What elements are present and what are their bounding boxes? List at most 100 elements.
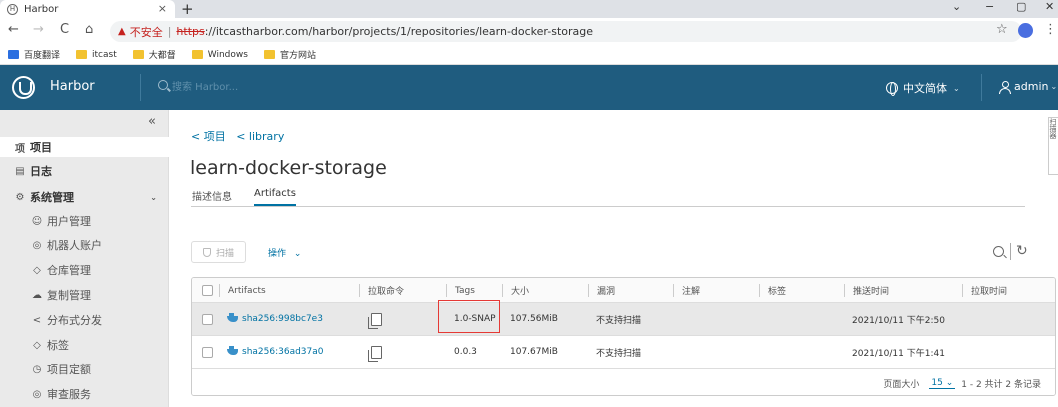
sidebar: « 项项目 ▤ 日志 ⚙ 系统管理 ⌄ ☺ 用户管理 ◎ 机器人账户 ◇ 仓库管理 ☁ 复制管理 < 分布式分… <box>0 110 169 407</box>
maximize-button[interactable]: ▢ <box>1016 0 1026 13</box>
sidebar-item[interactable]: < 分布式分发 <box>0 310 169 330</box>
table-footer: 页面大小 15 ⌄ 1 - 2 共计 2 条记录 <box>192 369 1055 395</box>
nav-icon: ◎ <box>32 239 42 251</box>
sidebar-item[interactable]: ◎ 机器人账户 <box>0 235 169 255</box>
browser-tab[interactable]: H Harbor × <box>0 0 175 18</box>
harbor-logo-icon[interactable] <box>12 76 35 99</box>
collapse-sidebar-icon[interactable]: « <box>148 114 156 129</box>
row-checkbox[interactable] <box>202 313 213 325</box>
nav-icon: 项 <box>15 143 25 155</box>
actions-dropdown[interactable]: 操作 ⌄ <box>268 246 301 259</box>
sidebar-item[interactable]: ◎ 审查服务 <box>0 384 169 404</box>
new-tab-button[interactable]: + <box>181 0 194 18</box>
harbor-header: Harbor 中文简体 ⌄ admin ⌄ <box>0 65 1058 110</box>
tab-close-icon[interactable]: × <box>158 2 167 15</box>
select-all-checkbox[interactable] <box>202 284 213 296</box>
chevron-down-icon: ⌄ <box>150 192 157 202</box>
sidebar-item-label: 复制管理 <box>47 289 91 302</box>
sidebar-item[interactable]: ▤ 日志 <box>0 161 169 181</box>
tab-description[interactable]: 描述信息 <box>192 188 232 203</box>
col-push-time[interactable]: 推送时间 <box>844 284 889 297</box>
user-icon <box>999 80 1011 94</box>
nav-icon: ☺ <box>31 215 43 227</box>
col-size[interactable]: 大小 <box>502 284 529 297</box>
nav-icon: < <box>32 314 42 326</box>
chevron-down-icon: ⌄ <box>293 249 302 259</box>
url-separator: | <box>167 25 172 38</box>
sidebar-item[interactable]: ◷ 项目定额 <box>0 359 169 379</box>
breadcrumb-projects[interactable]: < 项目 <box>191 130 226 143</box>
profile-avatar[interactable] <box>1018 23 1033 38</box>
sidebar-item-label: 项目定额 <box>47 363 91 376</box>
bookmark-star-icon[interactable]: ☆ <box>996 22 1008 37</box>
table-row[interactable]: sha256:36ad37a0 0.0.3 107.67MiB 不支持扫描 20… <box>192 336 1055 369</box>
minimize-button[interactable]: − <box>985 0 994 13</box>
artifact-link[interactable]: sha256:998bc7e3 <box>227 303 323 335</box>
artifact-digest: sha256:36ad37a0 <box>242 347 324 357</box>
home-button[interactable]: ⌂ <box>85 22 93 37</box>
artifact-link[interactable]: sha256:36ad37a0 <box>227 336 324 368</box>
bookmark-item[interactable]: itcast <box>76 50 117 60</box>
nav-icon: ⚙ <box>15 191 25 203</box>
url-field[interactable]: ▲ 不安全 | https ://itcastharbor.com/harbor… <box>110 21 1022 42</box>
bookmark-item[interactable]: 百度翻译 <box>8 48 60 61</box>
sidebar-item-label: 用户管理 <box>47 215 91 228</box>
username: admin <box>1014 80 1049 93</box>
artifact-tag: 0.0.3 <box>454 347 477 357</box>
sidebar-item[interactable]: ⚙ 系统管理 ⌄ <box>0 187 169 207</box>
address-bar-row: ← → C ⌂ ▲ 不安全 | https ://itcastharbor.co… <box>0 18 1058 45</box>
filter-search-icon[interactable] <box>993 246 1004 257</box>
col-artifacts[interactable]: Artifacts <box>219 284 266 297</box>
forward-button[interactable]: → <box>33 22 44 37</box>
user-menu[interactable]: admin ⌄ <box>999 80 1057 94</box>
tab-artifacts[interactable]: Artifacts <box>254 188 296 206</box>
nav-icon: ◎ <box>32 388 42 400</box>
page-size-select[interactable]: 15 ⌄ <box>929 378 956 389</box>
sidebar-item[interactable]: ◇ 仓库管理 <box>0 260 169 280</box>
language-selector[interactable]: 中文简体 ⌄ <box>886 80 960 96</box>
browser-menu-icon[interactable]: ⋮ <box>1044 22 1057 37</box>
sidebar-item[interactable]: ◇ 标签 <box>0 335 169 355</box>
browser-tabstrip: H Harbor × + ⌄ − ▢ ✕ <box>0 0 1058 18</box>
sidebar-item-label: 项目 <box>30 141 52 154</box>
tab-search-icon[interactable]: ⌄ <box>952 0 961 13</box>
scan-button[interactable]: 扫描 <box>191 241 246 263</box>
refresh-icon[interactable]: ↻ <box>1016 243 1028 259</box>
copy-icon[interactable] <box>368 345 382 362</box>
back-button[interactable]: ← <box>8 22 19 37</box>
header-divider <box>981 74 982 101</box>
nav-icon: ▤ <box>15 165 25 177</box>
bookmark-item[interactable]: 官方网站 <box>263 48 316 61</box>
globe-icon <box>886 82 898 96</box>
docker-icon <box>227 313 238 322</box>
artifacts-table: Artifacts 拉取命令 Tags 大小 漏洞 注解 标签 推送时间 拉取时… <box>191 277 1056 396</box>
scanner-side-panel[interactable]: 扫描器 <box>1048 117 1058 175</box>
insecure-label[interactable]: 不安全 <box>130 24 163 40</box>
sidebar-item-label: 机器人账户 <box>47 239 102 252</box>
artifact-size: 107.67MiB <box>510 347 558 357</box>
nav-icon: ◇ <box>33 339 41 351</box>
col-annotations: 注解 <box>673 284 700 297</box>
scan-label: 扫描 <box>215 248 234 259</box>
artifact-size: 107.56MiB <box>510 314 558 324</box>
sidebar-item[interactable]: 项项目 <box>0 137 169 157</box>
sidebar-item[interactable]: ☁ 复制管理 <box>0 285 169 305</box>
folder-icon <box>8 50 19 59</box>
reload-button[interactable]: C <box>60 22 69 37</box>
brand-name[interactable]: Harbor <box>50 79 95 94</box>
copy-icon[interactable] <box>368 312 382 329</box>
global-search-input[interactable] <box>172 79 472 95</box>
bookmark-item[interactable]: Windows <box>191 49 248 60</box>
table-row[interactable]: sha256:998bc7e3 1.0-SNAP 107.56MiB 不支持扫描… <box>192 303 1055 336</box>
col-vulnerabilities[interactable]: 漏洞 <box>588 284 615 297</box>
page-title: learn-docker-storage <box>190 157 387 179</box>
bookmark-label: Windows <box>207 49 248 60</box>
close-window-button[interactable]: ✕ <box>1045 0 1054 13</box>
breadcrumb-library[interactable]: < library <box>236 130 284 143</box>
col-pull-time[interactable]: 拉取时间 <box>962 284 1007 297</box>
sidebar-item[interactable]: ☺ 用户管理 <box>0 211 169 231</box>
bookmark-item[interactable]: 大都督 <box>132 48 176 61</box>
row-checkbox[interactable] <box>202 346 213 358</box>
col-pull-command: 拉取命令 <box>359 284 404 297</box>
docker-icon <box>227 346 238 355</box>
